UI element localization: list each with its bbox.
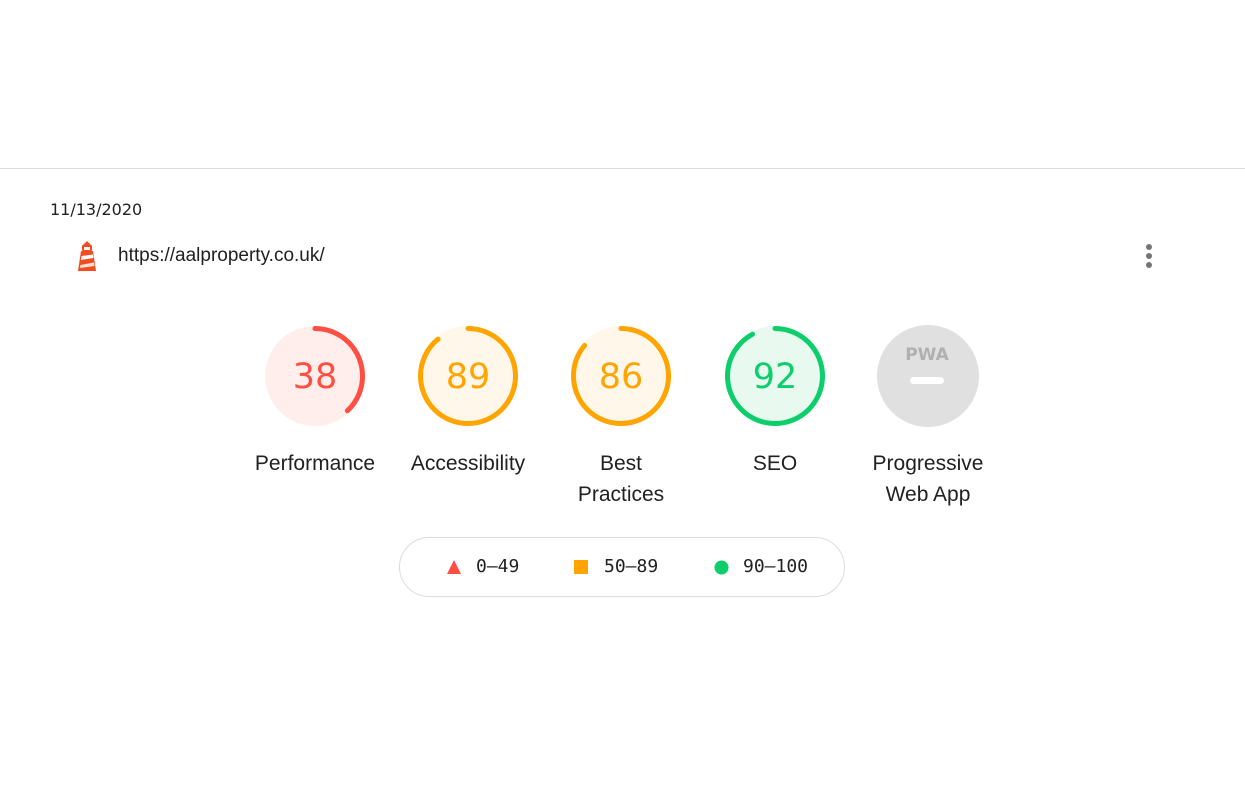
gauge-pwa-label: Progressive Web App (872, 452, 984, 506)
gauge-accessibility-label: Accessibility (410, 452, 526, 475)
gauge-accessibility[interactable]: 89 Accessibility (393, 324, 543, 479)
score-legend: 0–49 50–89 90–100 (399, 537, 845, 597)
gauge-best-practices-label: Best Practices (577, 452, 665, 506)
gauge-score: 38 (293, 357, 338, 397)
legend-average-range: 50–89 (604, 556, 659, 577)
header-divider (0, 168, 1245, 169)
gauge-pwa[interactable]: PWA Progressive Web App (853, 324, 1003, 510)
gauge-best-practices-ring: 86 (571, 326, 671, 426)
gauge-seo-label: SEO (752, 452, 798, 475)
report-url-row: https://aalproperty.co.uk/ (74, 240, 325, 272)
gauge-seo[interactable]: 92 SEO (700, 324, 850, 479)
pwa-dash-icon (910, 377, 944, 384)
gauge-accessibility-ring: 89 (418, 326, 518, 426)
gauge-score: 86 (599, 357, 644, 397)
gauge-performance[interactable]: 38 Performance (240, 324, 390, 479)
legend-fail-range: 0–49 (476, 556, 520, 577)
gauge-pwa-ring: PWA (877, 325, 979, 427)
legend-pass-range: 90–100 (743, 556, 809, 577)
gauge-performance-label: Performance (254, 452, 376, 475)
pwa-badge-icon: PWA (905, 345, 949, 365)
legend-average-square-icon (574, 560, 588, 574)
gauge-seo-ring: 92 (725, 326, 825, 426)
gauge-background (877, 325, 979, 427)
lighthouse-icon (78, 241, 96, 271)
report-page: 11/13/2020 https://aalproperty.co.uk/ 38… (0, 0, 1245, 800)
more-vert-icon[interactable] (1134, 238, 1164, 274)
gauge-score: 92 (753, 357, 798, 397)
gauge-best-practices[interactable]: 86 Best Practices (546, 324, 696, 510)
gauge-score: 89 (446, 357, 491, 397)
legend-pass-circle-icon (714, 560, 729, 575)
gauge-performance-ring: 38 (265, 326, 365, 426)
legend-fail-triangle-icon (447, 560, 461, 574)
report-url[interactable]: https://aalproperty.co.uk/ (118, 245, 325, 267)
report-date: 11/13/2020 (50, 200, 143, 219)
